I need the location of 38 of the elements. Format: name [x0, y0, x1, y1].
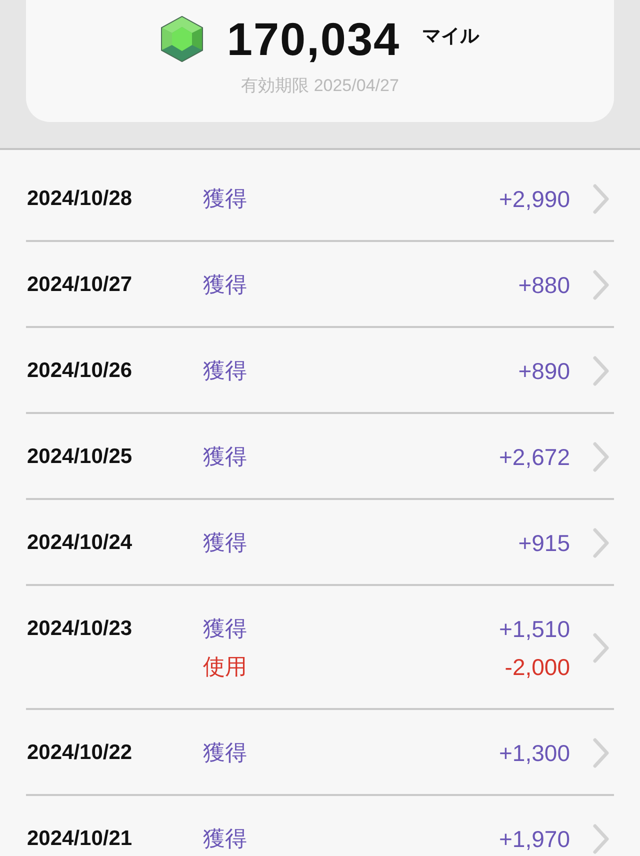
gem-icon	[160, 16, 203, 62]
history-date: 2024/10/22	[27, 740, 134, 766]
transaction-amount: +2,672	[499, 443, 570, 472]
history-date: 2024/10/21	[27, 826, 134, 852]
transaction-amount: +915	[518, 529, 570, 558]
transaction-amount: +1,510	[499, 615, 570, 644]
chevron-icon[interactable]	[592, 355, 610, 387]
history-date: 2024/10/25	[27, 444, 134, 470]
chevron-icon[interactable]	[592, 441, 610, 473]
chevron-icon[interactable]	[592, 823, 610, 855]
balance-amount: 170,034	[226, 14, 400, 64]
chevron-icon[interactable]	[592, 632, 610, 664]
history-date: 2024/10/26	[27, 358, 134, 384]
transaction-type: 獲得	[203, 357, 247, 385]
transaction-amount: +1,970	[499, 825, 570, 854]
transaction-type: 獲得	[203, 185, 247, 213]
transaction-type: 獲得	[203, 739, 247, 767]
chevron-icon[interactable]	[592, 269, 610, 301]
transaction-amount: +890	[518, 357, 570, 386]
chevron-icon[interactable]	[592, 527, 610, 559]
history-date: 2024/10/27	[27, 272, 134, 298]
expiry-date: 有効期限 2025/04/27	[241, 75, 399, 97]
transaction-amount: +880	[518, 271, 570, 300]
transaction-type: 獲得	[203, 825, 247, 853]
transaction-type: 獲得	[203, 443, 247, 471]
transaction-amount: +1,300	[499, 739, 570, 768]
transaction-amount: +2,990	[499, 185, 570, 214]
transaction-type: 獲得	[203, 529, 247, 557]
history-date: 2024/10/23	[27, 616, 134, 642]
chevron-icon[interactable]	[592, 183, 610, 215]
history-date: 2024/10/28	[27, 186, 134, 212]
transaction-type: 獲得	[203, 271, 247, 299]
history-date: 2024/10/24	[27, 530, 134, 556]
transaction-amount: -2,000	[504, 653, 570, 682]
balance-unit: マイル	[422, 25, 480, 49]
transaction-type: 使用	[203, 653, 247, 681]
transaction-type: 獲得	[203, 615, 247, 643]
chevron-icon[interactable]	[592, 737, 610, 769]
